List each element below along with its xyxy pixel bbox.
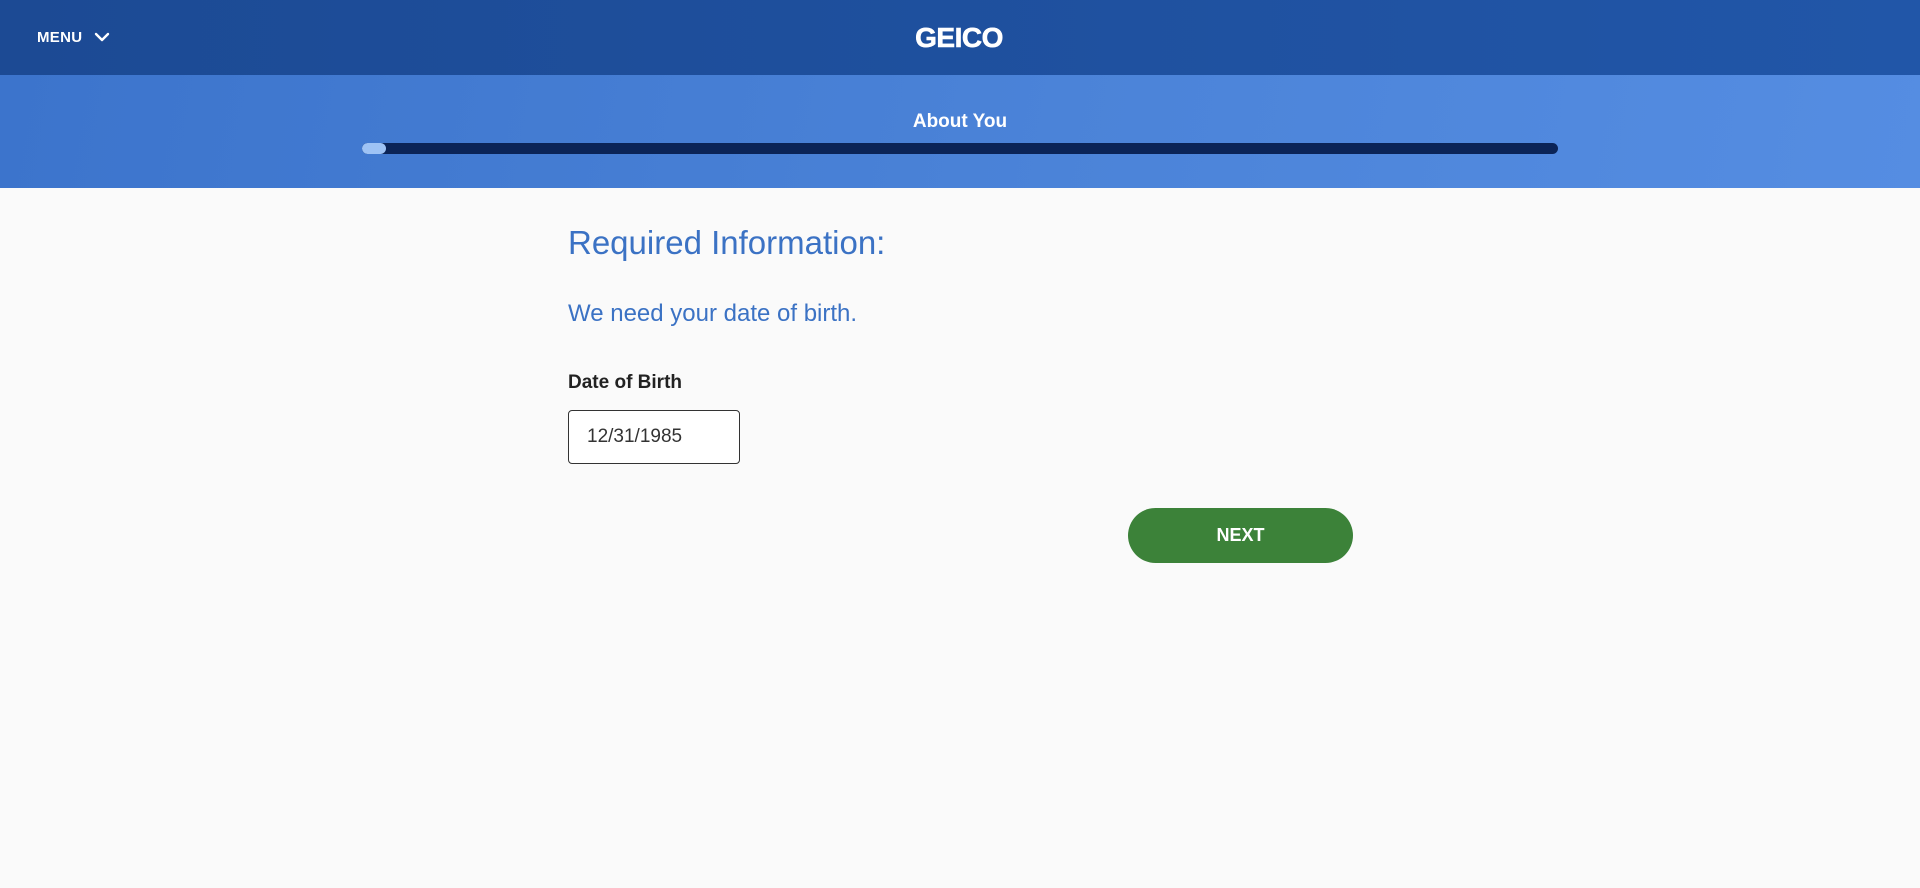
date-of-birth-input[interactable] [568,410,740,464]
date-of-birth-label: Date of Birth [568,372,682,393]
geico-logo[interactable]: GEICO [894,22,1024,52]
progress-bar-fill [362,143,386,154]
menu-button[interactable]: MENU [37,24,110,50]
page-subheading: We need your date of birth. [568,300,858,327]
chevron-down-icon [94,29,110,45]
progress-section: About You [0,75,1920,188]
progress-title: About You [912,111,1008,132]
menu-label: MENU [37,28,83,46]
logo-text: GEICO [915,22,1003,52]
progress-bar-track [362,143,1558,154]
top-navigation-bar: MENU GEICO [0,0,1920,75]
page-heading: Required Information: [568,224,886,261]
next-button[interactable]: NEXT [1128,508,1353,563]
